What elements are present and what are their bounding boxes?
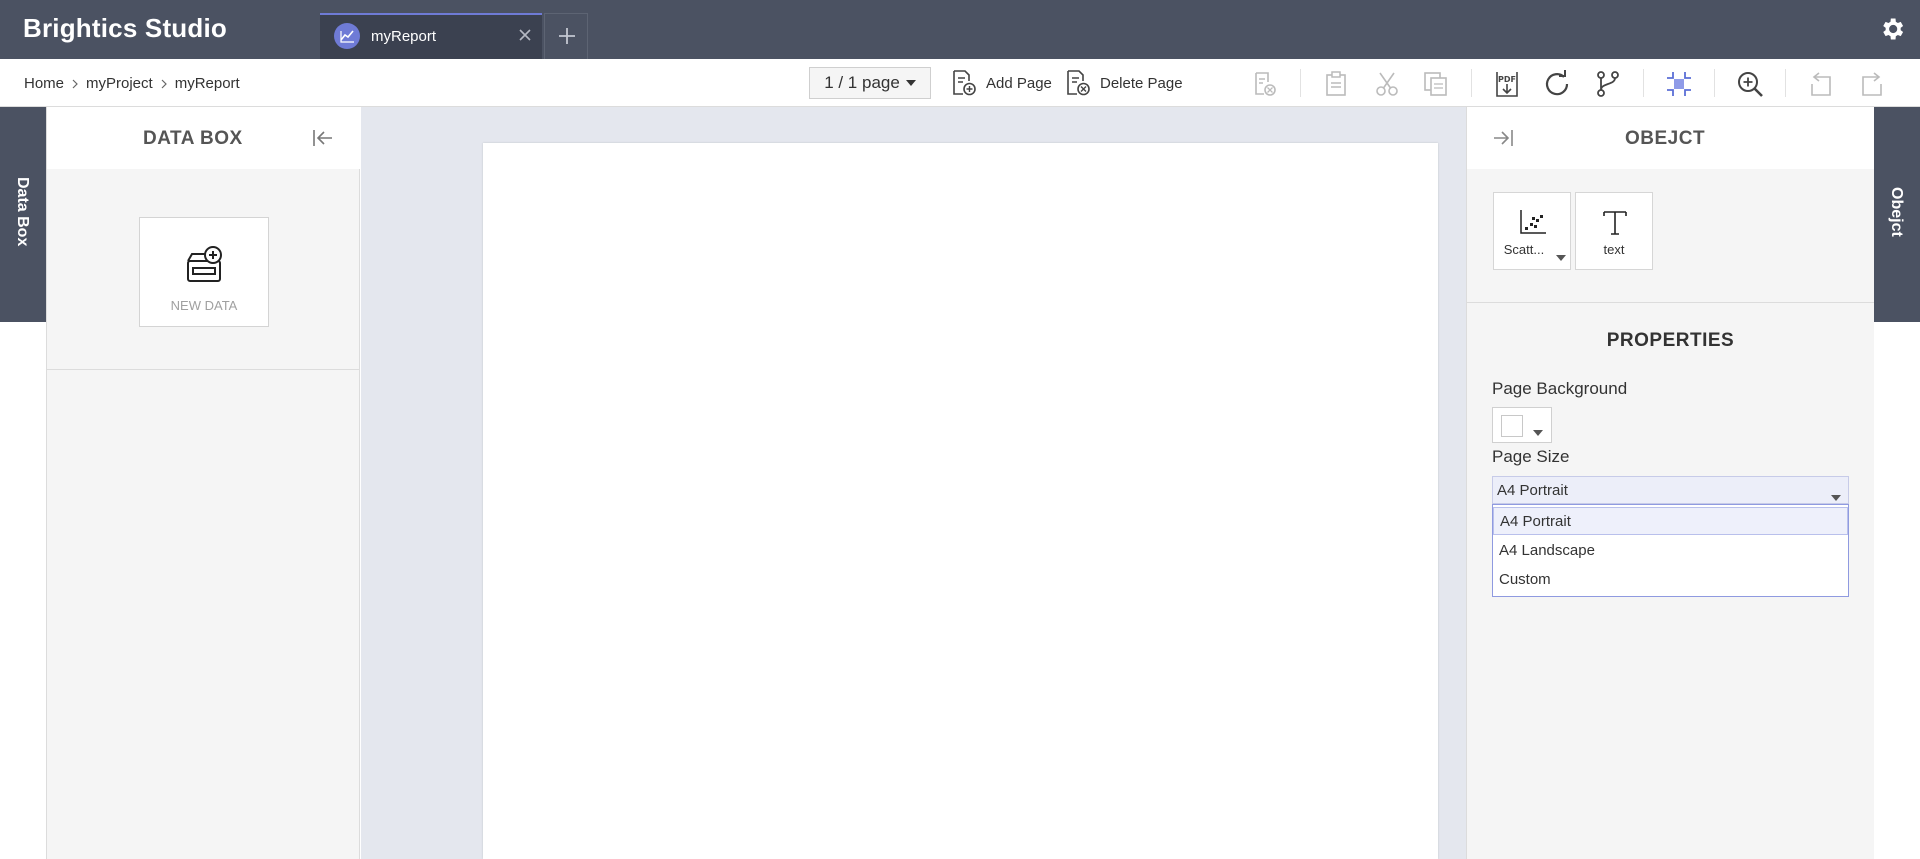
chevron-right-icon	[161, 79, 167, 88]
toolbar-divider	[1785, 69, 1786, 97]
page-background-color-picker[interactable]	[1492, 407, 1552, 443]
toolbar-divider	[1300, 69, 1301, 97]
page-size-value: A4 Portrait	[1497, 482, 1568, 499]
new-data-button[interactable]: NEW DATA	[139, 217, 269, 327]
text-object-button[interactable]: text	[1575, 192, 1653, 270]
properties-title: PROPERTIES	[1606, 330, 1735, 351]
app-title: Brightics Studio	[23, 13, 227, 43]
zoom-in-icon[interactable]	[1735, 69, 1765, 99]
add-page-button[interactable]: Add Page	[950, 67, 1052, 99]
color-swatch	[1501, 415, 1523, 437]
data-box-panel: DATA BOX NEW DATA	[46, 107, 360, 859]
svg-text:PDF: PDF	[1498, 75, 1516, 84]
page-size-select[interactable]: A4 Portrait	[1492, 476, 1849, 504]
tab-myreport[interactable]: myReport	[320, 13, 542, 59]
text-object-label: text	[1603, 242, 1625, 257]
page-size-label: Page Size	[1492, 447, 1570, 466]
page-size-dropdown: A4 Portrait A4 Landscape Custom	[1492, 504, 1849, 597]
top-bar: Brightics Studio myReport	[0, 0, 1920, 59]
object-title: OBEJCT	[1625, 128, 1706, 149]
breadcrumb-home[interactable]: Home	[24, 75, 64, 92]
delete-page-button[interactable]: Delete Page	[1064, 67, 1183, 99]
gear-icon[interactable]	[1878, 15, 1906, 43]
toolbar: Home myProject myReport 1 / 1 page Add P…	[0, 59, 1920, 107]
page-selector-label: 1 / 1 page	[824, 73, 900, 92]
report-chart-icon	[334, 23, 360, 49]
report-page[interactable]	[483, 143, 1438, 859]
collapse-left-icon[interactable]	[311, 127, 335, 149]
add-page-label: Add Page	[986, 74, 1052, 92]
page-size-option[interactable]: Custom	[1493, 566, 1848, 594]
cut-icon[interactable]	[1372, 69, 1402, 99]
close-icon[interactable]	[515, 25, 535, 45]
data-box-header: DATA BOX	[47, 107, 360, 169]
paste-icon[interactable]	[1321, 69, 1351, 99]
scatter-object-button[interactable]: Scatt...	[1493, 192, 1571, 270]
scatter-object-label: Scatt...	[1503, 242, 1545, 257]
panel-divider	[47, 369, 360, 370]
refresh-icon[interactable]	[1542, 69, 1572, 99]
object-header: OBEJCT	[1467, 107, 1874, 169]
caret-down-icon	[905, 80, 916, 86]
collapse-right-icon[interactable]	[1491, 127, 1515, 149]
page-size-option[interactable]: A4 Portrait	[1493, 507, 1848, 535]
data-box-side-tab-label: Data Box	[14, 177, 31, 247]
caret-down-icon[interactable]	[1556, 248, 1566, 261]
data-box-side-tab[interactable]: Data Box	[0, 107, 46, 322]
scatter-chart-icon	[1518, 208, 1548, 236]
copy-icon[interactable]	[1421, 69, 1451, 99]
data-box-title: DATA BOX	[143, 128, 243, 149]
object-side-tab-label: Obejct	[1888, 187, 1905, 237]
add-database-icon	[184, 245, 226, 285]
undo-icon[interactable]	[1806, 69, 1836, 99]
add-tab-button[interactable]	[544, 13, 588, 59]
new-data-label: NEW DATA	[170, 298, 238, 313]
caret-down-icon	[1831, 488, 1841, 501]
panel-divider	[1467, 302, 1874, 303]
object-side-tab[interactable]: Obejct	[1874, 107, 1920, 322]
object-panel: OBEJCT Scatt... text PROPERTIES Page Bac…	[1466, 107, 1874, 859]
toolbar-divider	[1471, 69, 1472, 97]
branch-icon[interactable]	[1593, 69, 1623, 99]
redo-icon[interactable]	[1857, 69, 1887, 99]
page-selector[interactable]: 1 / 1 page	[809, 67, 931, 99]
delete-page-label: Delete Page	[1100, 74, 1183, 92]
breadcrumb-report: myReport	[174, 75, 240, 92]
remove-object-icon[interactable]	[1250, 69, 1280, 99]
add-page-icon	[953, 70, 976, 96]
breadcrumb-project[interactable]: myProject	[86, 75, 153, 92]
export-pdf-icon[interactable]: PDF	[1492, 69, 1522, 99]
tab-label: myReport	[371, 28, 437, 45]
caret-down-icon	[1533, 423, 1543, 436]
toolbar-divider	[1643, 69, 1644, 97]
delete-page-icon	[1067, 70, 1090, 96]
text-icon	[1600, 207, 1630, 237]
toolbar-divider	[1714, 69, 1715, 97]
breadcrumb: Home myProject myReport	[24, 75, 240, 92]
page-background-label: Page Background	[1492, 379, 1628, 398]
fit-to-page-icon[interactable]	[1664, 69, 1694, 99]
page-size-option[interactable]: A4 Landscape	[1493, 537, 1848, 565]
chevron-right-icon	[72, 79, 78, 88]
